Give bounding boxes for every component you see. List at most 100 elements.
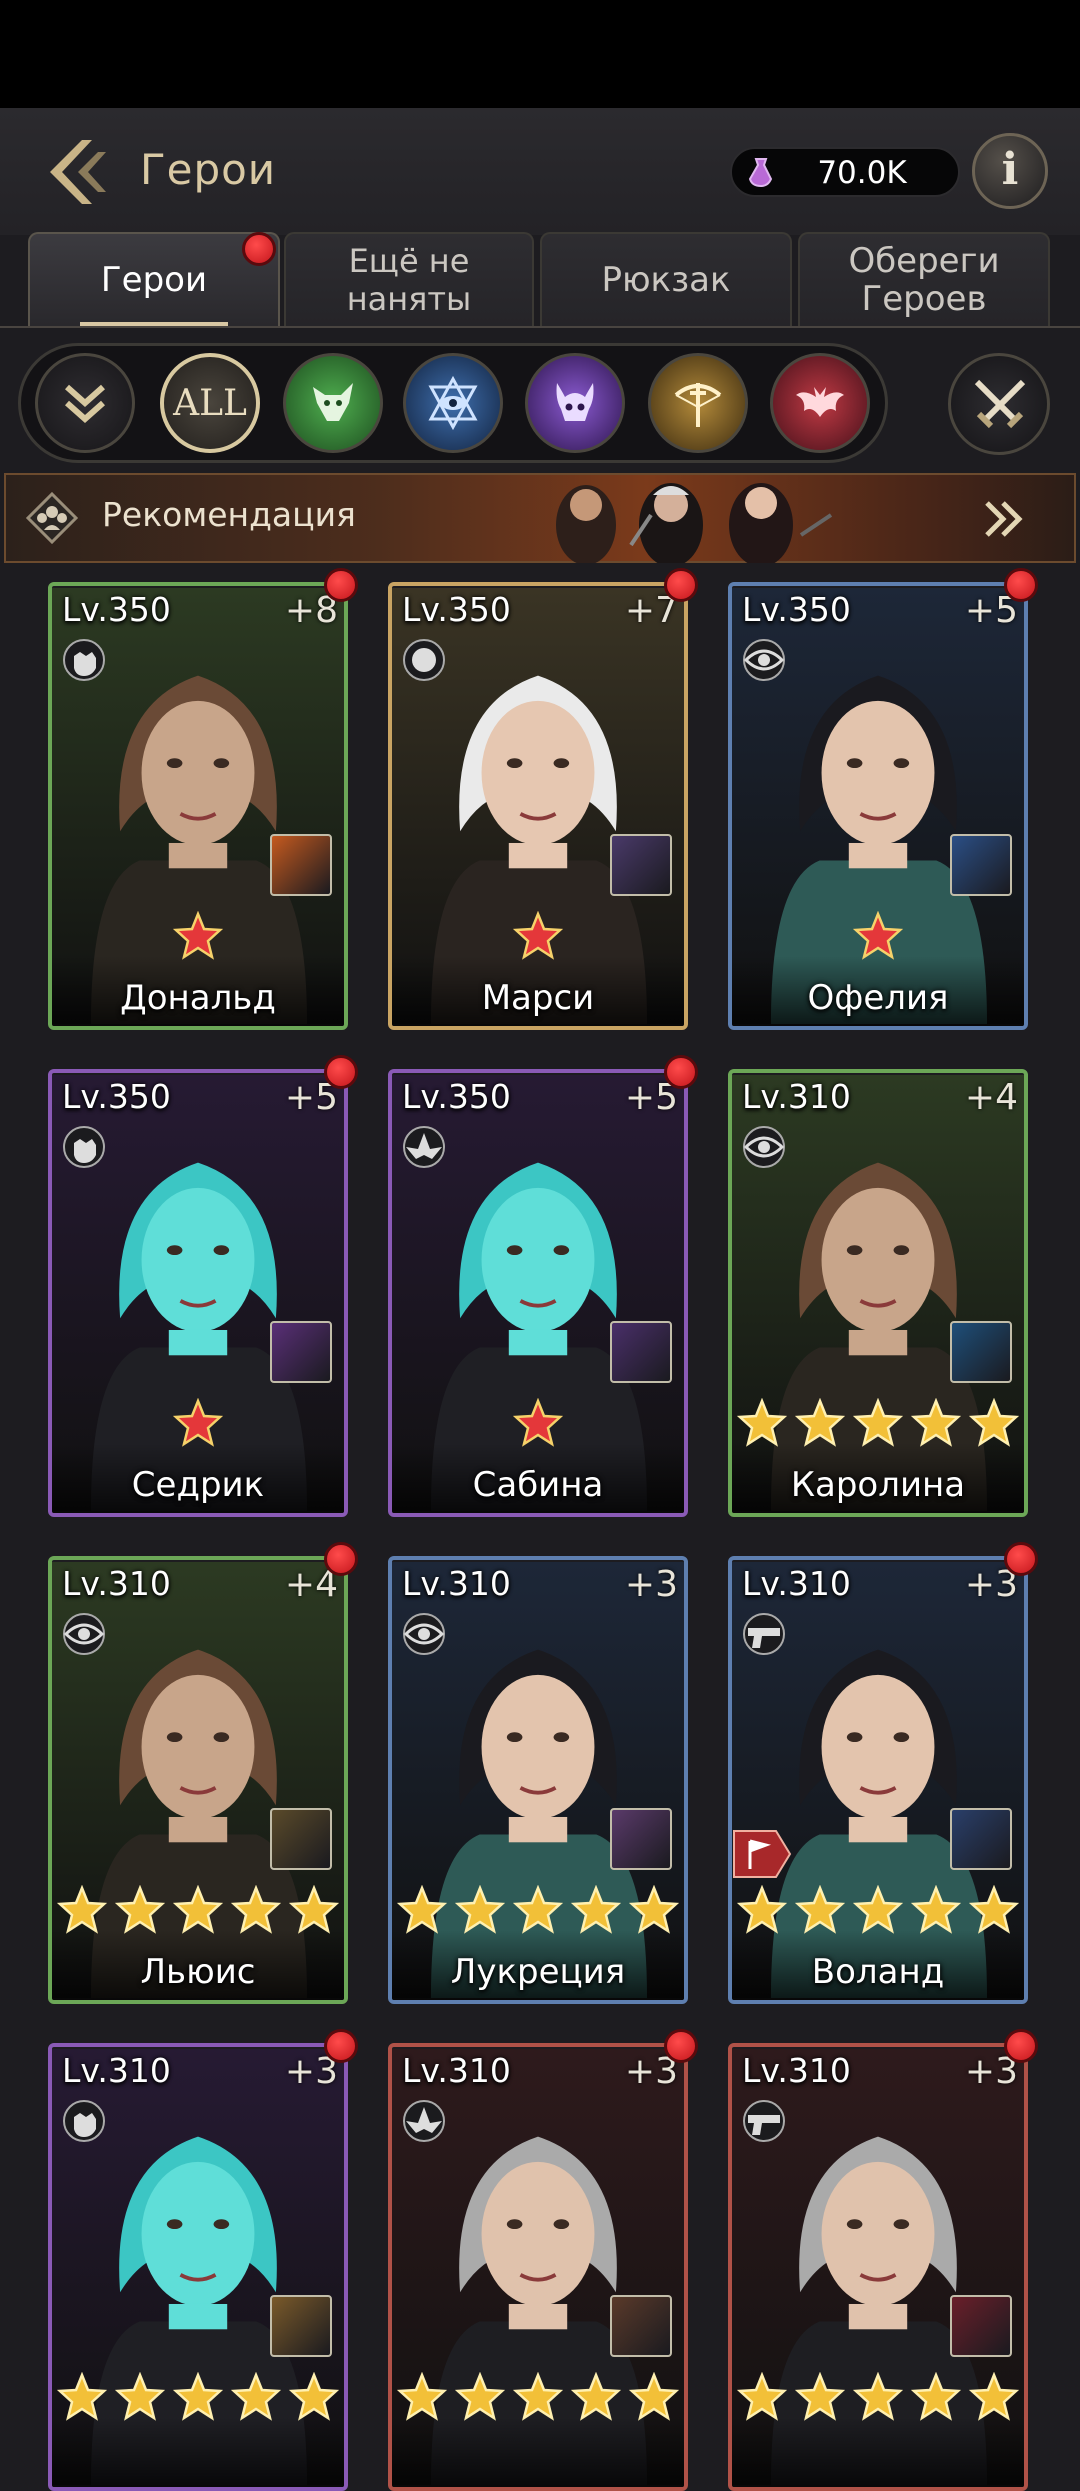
- currency-amount: 70.0K: [817, 155, 907, 191]
- star-rating: [392, 1885, 684, 1935]
- hero-level: Lv.310: [742, 2051, 851, 2090]
- filter-demon-button[interactable]: [525, 353, 625, 453]
- star-icon: [853, 2372, 903, 2421]
- notification-badge: [324, 2029, 358, 2063]
- tab-backpack[interactable]: Рюкзак: [540, 232, 792, 326]
- equipped-item-icon[interactable]: [950, 2295, 1012, 2357]
- star-rating: [732, 1398, 1024, 1448]
- star-icon: [57, 2372, 107, 2421]
- hero-card[interactable]: Lv.310 +4 Каролина: [728, 1069, 1028, 1517]
- star-rating: [52, 1885, 344, 1935]
- hero-name: Марси: [481, 978, 595, 1018]
- recommendation-banner[interactable]: Рекомендация: [4, 473, 1076, 563]
- hero-card[interactable]: Lv.310 +3: [388, 2043, 688, 2491]
- filter-all-button[interactable]: ALL: [160, 353, 260, 453]
- hero-level: Lv.350: [742, 590, 851, 629]
- tab-not-hired[interactable]: Ещё не наняты: [284, 232, 534, 326]
- hero-card[interactable]: Lv.310 +4 Льюис: [48, 1556, 348, 2004]
- star-icon: [737, 1398, 787, 1447]
- crossbow-icon: [674, 383, 722, 427]
- tab-hero-charms-label: Обереги Героев: [848, 241, 1000, 319]
- hero-card[interactable]: Lv.310 +3 Воланд: [728, 1556, 1028, 2004]
- filter-beast-button[interactable]: [283, 353, 383, 453]
- notification-badge: [1004, 568, 1038, 602]
- star-icon: [571, 2372, 621, 2421]
- double-chevron-right-icon: [985, 501, 1023, 537]
- hero-level: Lv.310: [742, 1077, 851, 1116]
- equipped-item-icon[interactable]: [950, 1321, 1012, 1383]
- star-icon: [513, 1398, 563, 1447]
- hero-level: Lv.310: [62, 1564, 171, 1603]
- equipped-item-icon[interactable]: [270, 1321, 332, 1383]
- tab-hero-charms[interactable]: Обереги Героев: [798, 232, 1050, 326]
- hero-card[interactable]: Lv.350 +5 Седрик: [48, 1069, 348, 1517]
- equipped-item-icon[interactable]: [950, 1808, 1012, 1870]
- recommend-group-icon: [26, 492, 78, 544]
- hero-card[interactable]: Lv.310 +3: [728, 2043, 1028, 2491]
- equipped-item-icon[interactable]: [270, 2295, 332, 2357]
- eye-class-icon: [403, 1613, 445, 1655]
- hero-card[interactable]: Lv.350 +7 Марси: [388, 582, 688, 1030]
- equipped-item-icon[interactable]: [610, 1808, 672, 1870]
- equipped-item-icon[interactable]: [610, 834, 672, 896]
- filter-all-label: ALL: [173, 382, 247, 424]
- equipped-item-icon[interactable]: [270, 834, 332, 896]
- star-icon: [911, 1398, 961, 1447]
- star-icon: [969, 1398, 1019, 1447]
- star-icon: [289, 1885, 339, 1934]
- hero-name: Седрик: [131, 1465, 265, 1505]
- shield-class-icon: [403, 639, 445, 681]
- tab-not-hired-label: Ещё не наняты: [346, 242, 472, 318]
- star-icon: [173, 2372, 223, 2421]
- hero-name: Офелия: [807, 978, 949, 1018]
- equipped-item-icon[interactable]: [610, 2295, 672, 2357]
- star-icon: [173, 1885, 223, 1934]
- flag-badge-icon: [733, 1830, 792, 1878]
- star-rating: [732, 1885, 1024, 1935]
- star-icon: [231, 1885, 281, 1934]
- star-icon: [397, 2372, 447, 2421]
- filter-hunter-button[interactable]: [648, 353, 748, 453]
- hero-level: Lv.350: [402, 590, 511, 629]
- hero-card[interactable]: Lv.310 +3 Лукреция: [388, 1556, 688, 2004]
- info-button[interactable]: i: [972, 133, 1048, 209]
- tab-bar: Герои Ещё не наняты Рюкзак Обереги Герое…: [0, 232, 1080, 328]
- star-icon: [911, 1885, 961, 1934]
- notification-badge: [1004, 1542, 1038, 1576]
- tab-backpack-label: Рюкзак: [601, 260, 731, 300]
- star-icon: [455, 1885, 505, 1934]
- star-rating: [392, 1398, 684, 1448]
- star-icon: [737, 1885, 787, 1934]
- eye-class-icon: [743, 1126, 785, 1168]
- back-arrow-icon[interactable]: [42, 136, 108, 208]
- battle-swords-button[interactable]: [948, 353, 1050, 455]
- eye-class-icon: [743, 639, 785, 681]
- hero-card[interactable]: Lv.350 +8 Дональд: [48, 582, 348, 1030]
- star-icon: [795, 1885, 845, 1934]
- star-icon: [629, 2372, 679, 2421]
- star-icon: [853, 911, 903, 960]
- fist-class-icon: [63, 1126, 105, 1168]
- equipped-item-icon[interactable]: [950, 834, 1012, 896]
- notification-badge: [324, 1542, 358, 1576]
- star-icon: [571, 1885, 621, 1934]
- star-icon: [57, 1885, 107, 1934]
- star-icon: [513, 911, 563, 960]
- gun-class-icon: [743, 2100, 785, 2142]
- notification-badge: [664, 568, 698, 602]
- hero-card[interactable]: Lv.350 +5 Сабина: [388, 1069, 688, 1517]
- wing-class-icon: [403, 1126, 445, 1168]
- filter-eye-button[interactable]: [403, 353, 503, 453]
- notification-badge: [664, 1055, 698, 1089]
- star-rating: [732, 911, 1024, 961]
- notification-badge: [242, 232, 276, 266]
- bat-wings-icon: [796, 387, 844, 417]
- equipped-item-icon[interactable]: [270, 1808, 332, 1870]
- eye-class-icon: [63, 1613, 105, 1655]
- hero-card[interactable]: Lv.310 +3: [48, 2043, 348, 2491]
- collapse-filter-button[interactable]: [35, 353, 135, 453]
- filter-vampire-button[interactable]: [770, 353, 870, 453]
- star-rating: [52, 2372, 344, 2422]
- equipped-item-icon[interactable]: [610, 1321, 672, 1383]
- hero-card[interactable]: Lv.350 +5 Офелия: [728, 582, 1028, 1030]
